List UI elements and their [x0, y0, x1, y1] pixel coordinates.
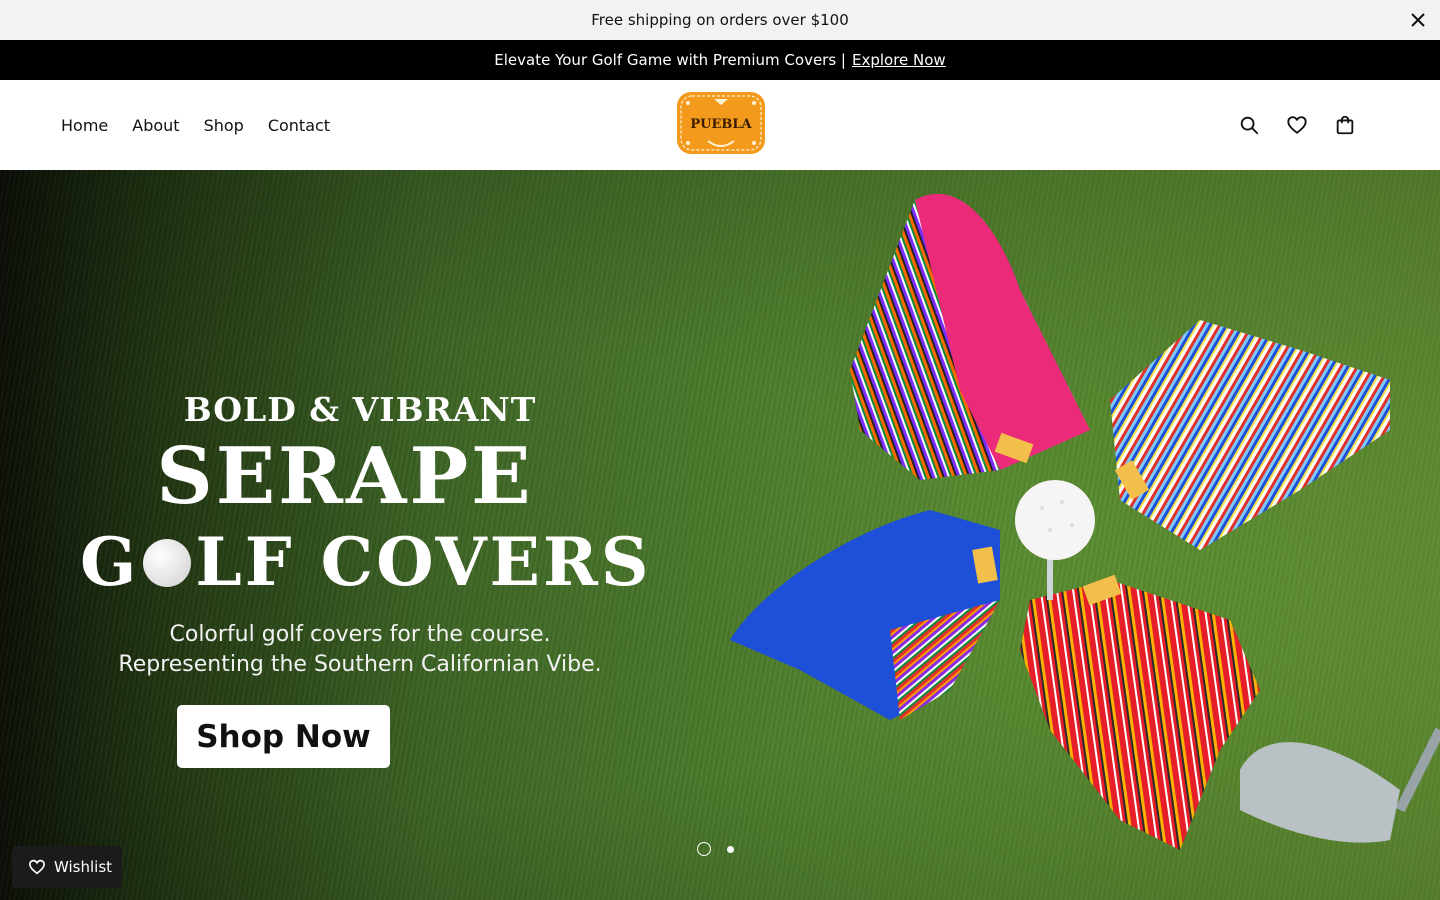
promo-text: Elevate Your Golf Game with Premium Cove… [494, 51, 846, 69]
hero-title-rest: LF COVERS [195, 523, 652, 601]
slider-dots [697, 842, 734, 856]
logo-text: PUEBLA [690, 117, 752, 132]
hero-banner: BOLD & VIBRANT SERAPE G LF COVERS Colorfu… [0, 170, 1440, 900]
puebla-logo[interactable]: PUEBLA [674, 89, 768, 157]
nav-about[interactable]: About [132, 116, 179, 135]
nav-contact[interactable]: Contact [268, 116, 330, 135]
golf-ball-icon [143, 539, 192, 587]
shop-now-button[interactable]: Shop Now [177, 705, 390, 768]
slider-dot-1[interactable] [697, 842, 711, 856]
site-header: Home About Shop Contact PUEBLA [0, 80, 1440, 170]
nav-home[interactable]: Home [61, 116, 108, 135]
slider-dot-2[interactable] [727, 845, 734, 853]
hero-subtitle: Colorful golf covers for the course. Rep… [100, 620, 620, 680]
search-icon[interactable] [1238, 114, 1260, 136]
promo-bar: Elevate Your Golf Game with Premium Cove… [0, 40, 1440, 80]
announcement-text: Free shipping on orders over $100 [591, 11, 849, 29]
hero-subtitle-line1: Colorful golf covers for the course. [169, 622, 551, 647]
hero-title-g: G [80, 523, 140, 601]
hero-title-line1: SERAPE [156, 431, 534, 522]
wishlist-floating-button[interactable]: Wishlist [12, 846, 122, 888]
shopping-bag-icon[interactable] [1334, 114, 1356, 136]
header-icons [1238, 80, 1356, 170]
hero-kicker: BOLD & VIBRANT [183, 390, 537, 429]
heart-icon [29, 859, 45, 875]
announcement-bar: Free shipping on orders over $100 [0, 0, 1440, 40]
explore-now-link[interactable]: Explore Now [852, 51, 946, 69]
golf-covers-image [730, 193, 1440, 850]
main-nav: Home About Shop Contact [61, 80, 330, 170]
nav-shop[interactable]: Shop [204, 116, 244, 135]
hero-title-line2: G LF COVERS [80, 522, 649, 602]
close-icon[interactable] [1408, 10, 1428, 30]
heart-icon[interactable] [1286, 114, 1308, 136]
hero-subtitle-line2: Representing the Southern Californian Vi… [118, 652, 602, 677]
wishlist-label: Wishlist [54, 858, 113, 876]
